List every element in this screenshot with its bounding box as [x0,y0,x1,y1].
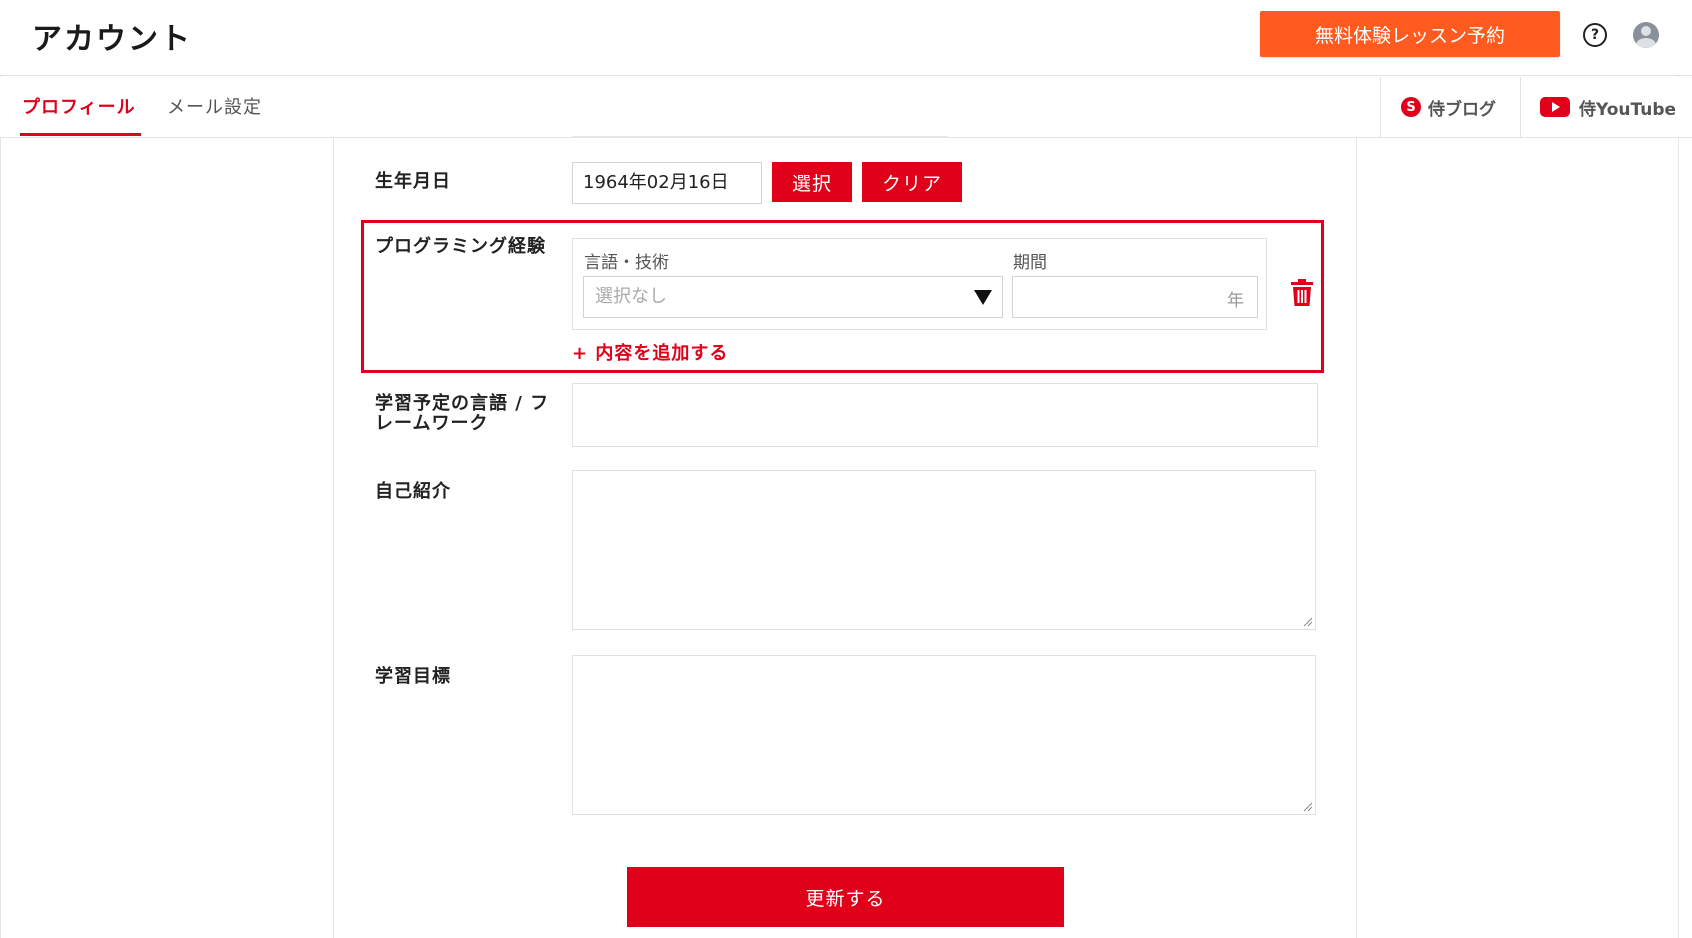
language-select[interactable]: 選択なし [583,276,1003,318]
programming-experience-label: プログラミング経験 [375,236,546,257]
resize-grip-icon[interactable] [1303,802,1313,812]
self-intro-label: 自己紹介 [375,481,451,502]
youtube-link-label: 侍YouTube [1579,99,1677,120]
add-experience-link[interactable]: + 内容を追加する [572,339,728,365]
youtube-logo-icon [1540,97,1570,117]
learning-languages-field[interactable] [572,383,1318,447]
caret-down-icon [974,290,992,305]
update-button[interactable]: 更新する [627,867,1064,927]
left-edge-divider [0,0,1,938]
help-icon[interactable]: ? [1583,23,1607,47]
language-label: 言語・技術 [584,253,669,273]
learning-languages-label: 学習予定の言語 / フ レームワーク [375,393,550,434]
scrollbar-track[interactable] [1678,0,1679,938]
tab-profile[interactable]: プロフィール [22,93,136,119]
resize-grip-icon[interactable] [1303,617,1313,627]
blog-link-label: 侍ブログ [1428,99,1496,120]
birthday-label: 生年月日 [375,171,451,192]
youtube-link[interactable]: 侍YouTube [1520,77,1692,137]
page-title: アカウント [32,22,192,57]
tab-mail-settings[interactable]: メール設定 [167,93,262,119]
language-select-value: 選択なし [595,286,667,307]
trial-lesson-button[interactable]: 無料体験レッスン予約 [1260,11,1560,57]
birthday-select-button[interactable]: 選択 [772,162,852,202]
previous-field-edge [572,136,948,138]
period-label: 期間 [1013,253,1047,273]
active-tab-indicator [20,133,141,136]
content-left-border [333,138,334,938]
trash-icon[interactable] [1290,279,1314,307]
tab-bar: プロフィール メール設定 S 侍ブログ 侍YouTube [0,77,1692,138]
blog-link[interactable]: S 侍ブログ [1380,77,1520,137]
content-right-border [1356,138,1357,938]
avatar-icon[interactable] [1633,22,1659,48]
learning-goal-label: 学習目標 [375,666,451,687]
self-intro-textarea[interactable] [572,470,1316,630]
blog-logo-icon: S [1401,97,1421,117]
learning-goal-textarea[interactable] [572,655,1316,815]
period-unit: 年 [1227,291,1244,311]
birthday-clear-button[interactable]: クリア [862,162,962,202]
period-input[interactable] [1012,276,1258,318]
header: アカウント 無料体験レッスン予約 ? [0,0,1692,76]
birthday-input[interactable]: 1964年02月16日 [572,162,762,204]
